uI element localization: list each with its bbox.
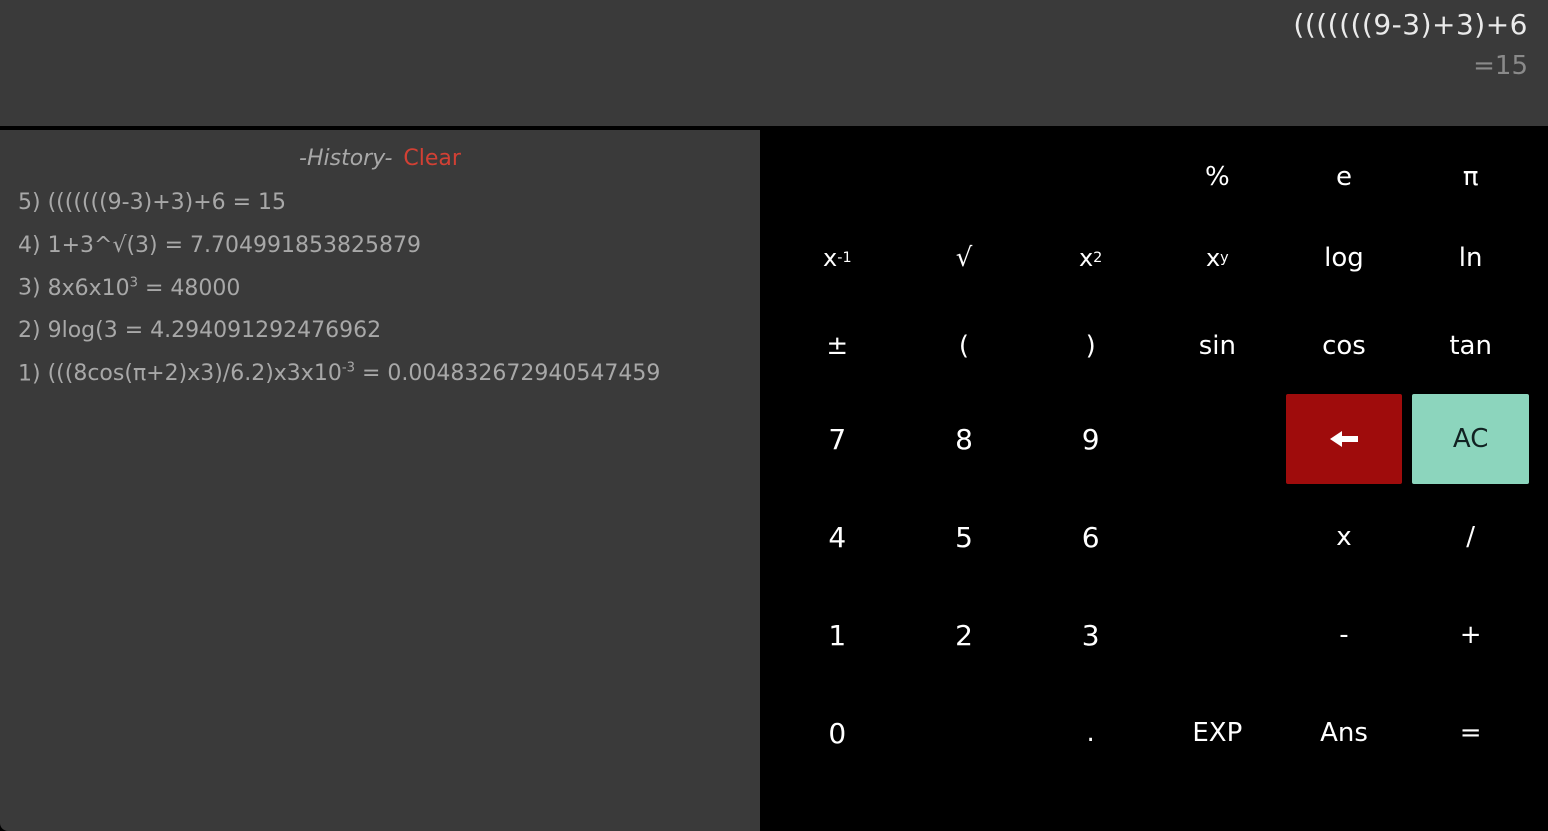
history-item[interactable]: 4) 1+3^√(3) = 7.704991853825879 [18, 232, 742, 261]
key-4[interactable]: 4 [774, 488, 901, 586]
history-content: (((((((9-3)+3)+6 = 15 [48, 190, 286, 215]
key-power[interactable]: xy [1154, 214, 1281, 302]
history-content: 1+3^√(3) = 7.704991853825879 [48, 233, 421, 258]
key-multiply[interactable]: x [1281, 488, 1408, 586]
history-item[interactable]: 5) (((((((9-3)+3)+6 = 15 [18, 189, 742, 218]
key-blank [1027, 140, 1154, 214]
key-dot[interactable]: . [1027, 684, 1154, 782]
lower-pane: -History- Clear 5) (((((((9-3)+3)+6 = 15… [0, 130, 1548, 831]
key-blank [1154, 390, 1281, 488]
history-content: (((8cos(π+2)x3)/6.2)x3x10-3 = 0.00483267… [48, 361, 661, 386]
key-8[interactable]: 8 [901, 390, 1028, 488]
history-index: 1) [18, 361, 41, 386]
key-ln[interactable]: ln [1407, 214, 1534, 302]
key-plus[interactable]: + [1407, 586, 1534, 684]
key-percent[interactable]: % [1154, 140, 1281, 214]
key-blank [1154, 586, 1281, 684]
display-expression: (((((((9-3)+3)+6 [1293, 10, 1528, 41]
history-content: 9log(3 = 4.294091292476962 [48, 318, 381, 343]
history-clear-button[interactable]: Clear [403, 146, 461, 171]
history-item[interactable]: 1) (((8cos(π+2)x3)/6.2)x3x10-3 = 0.00483… [18, 360, 742, 389]
history-list: 5) (((((((9-3)+3)+6 = 15 4) 1+3^√(3) = 7… [18, 189, 742, 389]
key-sqrt[interactable]: √ [901, 214, 1028, 302]
display-area: (((((((9-3)+3)+6 =15 [0, 0, 1548, 130]
key-blank [774, 140, 901, 214]
key-plus-minus[interactable]: ± [774, 302, 901, 390]
key-e[interactable]: e [1281, 140, 1408, 214]
key-blank [901, 140, 1028, 214]
history-content: 8x6x103 = 48000 [48, 276, 241, 301]
key-log[interactable]: log [1281, 214, 1408, 302]
key-3[interactable]: 3 [1027, 586, 1154, 684]
key-backspace[interactable] [1286, 394, 1403, 484]
calculator-app: (((((((9-3)+3)+6 =15 -History- Clear 5) … [0, 0, 1548, 831]
key-blank [1154, 488, 1281, 586]
key-cos[interactable]: cos [1281, 302, 1408, 390]
key-blank [901, 684, 1028, 782]
history-header: -History- Clear [18, 146, 742, 171]
history-item[interactable]: 2) 9log(3 = 4.294091292476962 [18, 317, 742, 346]
key-minus[interactable]: - [1281, 586, 1408, 684]
arrow-left-icon [1330, 429, 1358, 449]
key-tan[interactable]: tan [1407, 302, 1534, 390]
history-index: 3) [18, 276, 41, 301]
key-exp[interactable]: EXP [1154, 684, 1281, 782]
key-9[interactable]: 9 [1027, 390, 1154, 488]
key-2[interactable]: 2 [901, 586, 1028, 684]
key-1[interactable]: 1 [774, 586, 901, 684]
key-inverse[interactable]: x -1 [774, 214, 901, 302]
key-equals[interactable]: = [1407, 684, 1534, 782]
key-left-paren[interactable]: ( [901, 302, 1028, 390]
key-divide[interactable]: / [1407, 488, 1534, 586]
history-index: 2) [18, 318, 41, 343]
history-title: -History- [299, 146, 392, 171]
key-right-paren[interactable]: ) [1027, 302, 1154, 390]
history-index: 5) [18, 190, 41, 215]
history-index: 4) [18, 233, 41, 258]
key-all-clear[interactable]: AC [1412, 394, 1529, 484]
key-6[interactable]: 6 [1027, 488, 1154, 586]
keypad: % e π x -1 √ x2 xy log ln ± ( ) sin cos … [760, 130, 1548, 831]
display-result: =15 [1473, 51, 1528, 81]
key-ans[interactable]: Ans [1281, 684, 1408, 782]
key-sin[interactable]: sin [1154, 302, 1281, 390]
key-0[interactable]: 0 [774, 684, 901, 782]
key-5[interactable]: 5 [901, 488, 1028, 586]
key-pi[interactable]: π [1407, 140, 1534, 214]
history-panel: -History- Clear 5) (((((((9-3)+3)+6 = 15… [0, 130, 760, 831]
history-item[interactable]: 3) 8x6x103 = 48000 [18, 274, 742, 303]
key-square[interactable]: x2 [1027, 214, 1154, 302]
key-7[interactable]: 7 [774, 390, 901, 488]
